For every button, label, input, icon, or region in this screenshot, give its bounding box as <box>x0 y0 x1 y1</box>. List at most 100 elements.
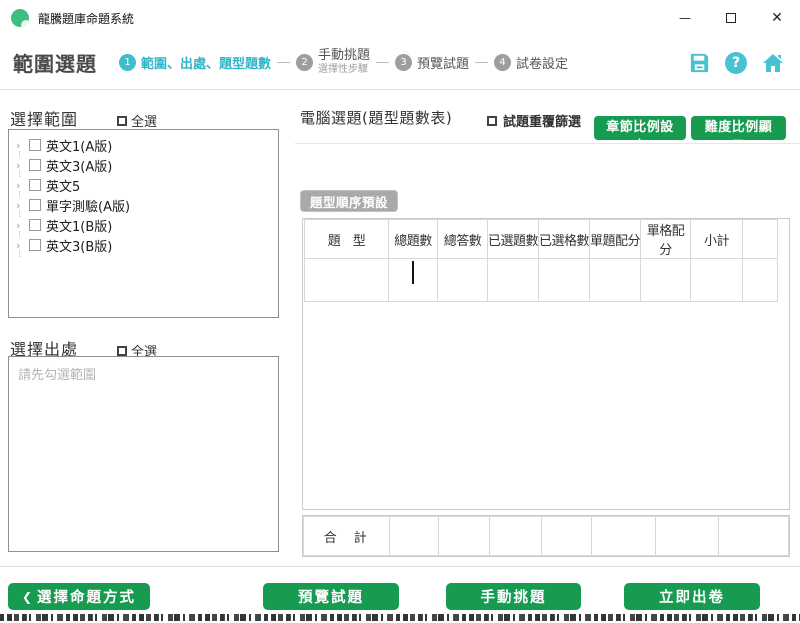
app-window: 龍騰題庫命題系統 — ✕ 範圍選題 1 範圍、出處、題型題數 2 手動挑題 選擇… <box>0 0 800 623</box>
tree-item-english1a[interactable]: › 英文1(A版) <box>9 135 278 155</box>
step-connector <box>277 62 290 63</box>
tree-item-checkbox[interactable] <box>29 239 41 251</box>
totals-cell <box>719 517 789 556</box>
tree-item-checkbox[interactable] <box>29 139 41 151</box>
cell-total-answers[interactable] <box>438 259 488 302</box>
chevron-right-icon[interactable]: › <box>16 200 26 211</box>
cell-points-per-blank[interactable] <box>641 259 691 302</box>
clipped-text-noise <box>0 614 800 621</box>
question-type-table-container[interactable]: 題 型 總題數 總答數 已選題數 已選格數 單題配分 單格配分 小計 <box>302 218 790 510</box>
close-button[interactable]: ✕ <box>754 0 800 36</box>
step-indicator: 1 範圍、出處、題型題數 2 手動挑題 選擇性步驟 3 預覽試題 4 試卷設定 <box>119 49 568 75</box>
chevron-right-icon[interactable]: › <box>16 240 26 251</box>
totals-cell <box>439 517 490 556</box>
difficulty-ratio-button[interactable]: 難度比例顯示 <box>691 116 786 140</box>
cell-subtotal[interactable] <box>691 259 743 302</box>
tree-item-english1b[interactable]: › 英文1(B版) <box>9 215 278 235</box>
cell-selected-questions[interactable] <box>488 259 539 302</box>
manual-pick-button[interactable]: 手動挑題 <box>446 583 581 610</box>
col-question-type: 題 型 <box>305 220 389 259</box>
range-section-heading: 選擇範圍 <box>10 106 78 130</box>
maximize-button[interactable] <box>708 0 754 36</box>
app-logo-icon <box>11 9 29 27</box>
cell-question-type[interactable] <box>305 259 389 302</box>
back-to-method-button[interactable]: ❮ 選擇命題方式 <box>8 583 150 610</box>
text-cursor <box>412 261 414 284</box>
app-title: 龍騰題庫命題系統 <box>38 10 134 27</box>
step-4-label: 試卷設定 <box>516 53 568 72</box>
col-subtotal: 小計 <box>691 220 743 259</box>
chevron-right-icon[interactable]: › <box>16 160 26 171</box>
step-1-range[interactable]: 1 範圍、出處、題型題數 <box>119 53 271 72</box>
totals-table: 合 計 <box>303 516 789 556</box>
tree-item-vocab-test-a[interactable]: › 單字測驗(A版) <box>9 195 278 215</box>
col-total-questions: 總題數 <box>389 220 438 259</box>
minimize-button[interactable]: — <box>662 0 708 36</box>
duplicate-filter[interactable]: 試題重覆篩選 <box>487 111 581 130</box>
step-2-manual-pick[interactable]: 2 手動挑題 選擇性步驟 <box>296 49 370 75</box>
totals-row-container: 合 計 <box>302 515 790 557</box>
step-3-preview[interactable]: 3 預覽試題 <box>395 53 469 72</box>
totals-cell <box>541 517 592 556</box>
step-2-circle: 2 <box>296 54 313 71</box>
range-select-all-label: 全選 <box>131 111 157 130</box>
generate-paper-button[interactable]: 立即出卷 <box>624 583 760 610</box>
tree-item-english3a[interactable]: › 英文3(A版) <box>9 155 278 175</box>
step-4-paper-settings[interactable]: 4 試卷設定 <box>494 53 568 72</box>
wizard-header: 範圍選題 1 範圍、出處、題型題數 2 手動挑題 選擇性步驟 3 預覽試題 4 <box>0 36 800 90</box>
chevron-right-icon[interactable]: › <box>16 180 26 191</box>
range-select-all-checkbox[interactable] <box>117 116 127 126</box>
range-tree[interactable]: › 英文1(A版) › 英文3(A版) › 英文5 › 單字測驗(A版) › 英… <box>8 129 279 318</box>
tree-item-checkbox[interactable] <box>29 219 41 231</box>
tree-item-checkbox[interactable] <box>29 159 41 171</box>
save-icon[interactable] <box>687 51 711 75</box>
chevron-left-icon: ❮ <box>22 590 32 604</box>
tree-item-checkbox[interactable] <box>29 199 41 211</box>
home-icon[interactable] <box>761 51 785 75</box>
window-controls: — ✕ <box>662 0 800 36</box>
tree-item-english3b[interactable]: › 英文3(B版) <box>9 235 278 255</box>
step-1-circle: 1 <box>119 54 136 71</box>
totals-row: 合 計 <box>304 517 789 556</box>
panel-divider <box>295 143 800 144</box>
duplicate-filter-label: 試題重覆篩選 <box>503 111 581 130</box>
chevron-right-icon[interactable]: › <box>16 220 26 231</box>
maximize-icon <box>726 13 736 23</box>
range-select-all[interactable]: 全選 <box>117 111 157 130</box>
chevron-right-icon[interactable]: › <box>16 140 26 151</box>
page-title: 範圍選題 <box>13 48 97 77</box>
col-total-answers: 總答數 <box>438 220 488 259</box>
header-action-icons: ? <box>687 51 785 75</box>
chapter-ratio-button[interactable]: 章節比例設定 <box>594 116 686 140</box>
cell-points-per-question[interactable] <box>590 259 641 302</box>
col-selected-questions: 已選題數 <box>488 220 539 259</box>
preview-questions-button[interactable]: 預覽試題 <box>263 583 399 610</box>
question-type-order-preset-button[interactable]: 題型順序預設 <box>300 190 398 212</box>
step-1-label: 範圍、出處、題型題數 <box>141 53 271 72</box>
source-list[interactable]: 請先勾選範圍 <box>8 356 279 552</box>
duplicate-filter-checkbox[interactable] <box>487 116 497 126</box>
totals-cell <box>592 517 656 556</box>
tree-item-checkbox[interactable] <box>29 179 41 191</box>
computer-selection-title: 電腦選題(題型題數表) <box>300 107 452 128</box>
source-placeholder: 請先勾選範圍 <box>18 364 269 383</box>
step-connector <box>475 62 488 63</box>
step-4-circle: 4 <box>494 54 511 71</box>
help-icon[interactable]: ? <box>724 51 748 75</box>
step-3-circle: 3 <box>395 54 412 71</box>
tree-item-english5[interactable]: › 英文5 <box>9 175 278 195</box>
totals-label: 合 計 <box>304 517 390 556</box>
totals-cell <box>389 517 439 556</box>
cell-empty[interactable] <box>743 259 778 302</box>
step-connector <box>376 62 389 63</box>
step-2-sublabel: 選擇性步驟 <box>318 64 370 76</box>
step-2-label: 手動挑題 <box>318 49 370 64</box>
col-selected-blanks: 已選格數 <box>539 220 590 259</box>
col-points-per-question: 單題配分 <box>590 220 641 259</box>
source-select-all-checkbox[interactable] <box>117 346 127 356</box>
step-3-label: 預覽試題 <box>417 53 469 72</box>
table-header-row: 題 型 總題數 總答數 已選題數 已選格數 單題配分 單格配分 小計 <box>305 220 778 259</box>
bottom-action-bar: ❮ 選擇命題方式 預覽試題 手動挑題 立即出卷 <box>0 566 800 612</box>
table-empty-row[interactable] <box>305 259 778 302</box>
cell-selected-blanks[interactable] <box>539 259 590 302</box>
